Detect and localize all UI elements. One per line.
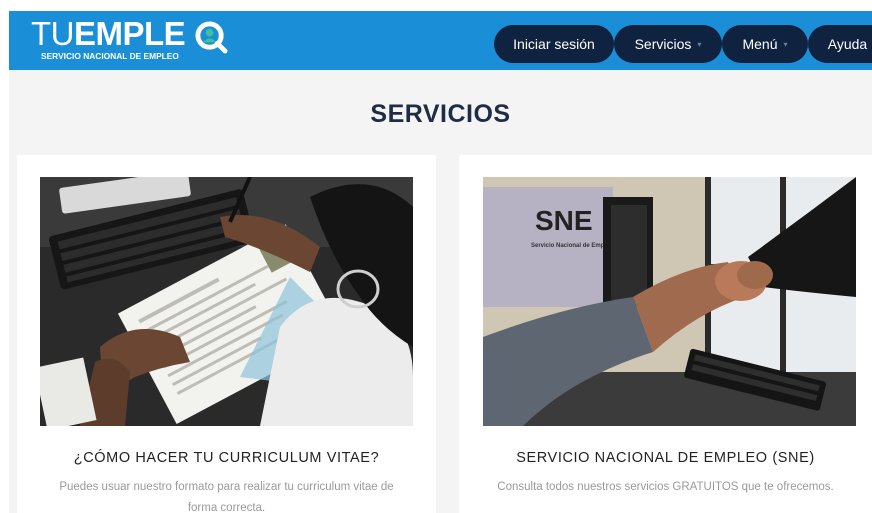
sne-photo-illustration: SNE Servicio Nacional de Empleo bbox=[483, 177, 856, 426]
ayuda-button[interactable]: Ayuda bbox=[808, 25, 872, 63]
sne-sign-text: SNE bbox=[535, 205, 593, 236]
menu-button-label: Menú bbox=[742, 36, 778, 52]
service-card-cv[interactable]: ¿CÓMO HACER TU CURRICULUM VITAE? Puedes … bbox=[17, 155, 436, 513]
ayuda-button-label: Ayuda bbox=[827, 36, 868, 52]
sne-sign-subtext: Servicio Nacional de Empleo bbox=[531, 243, 613, 249]
cv-photo[interactable] bbox=[40, 177, 413, 426]
menu-button[interactable]: Menú ▾ bbox=[722, 25, 808, 63]
chevron-down-icon: ▾ bbox=[697, 40, 702, 49]
logo-magnifier-icon bbox=[195, 21, 228, 54]
card-title-cv[interactable]: ¿CÓMO HACER TU CURRICULUM VITAE? bbox=[17, 450, 436, 466]
cv-photo-illustration bbox=[40, 177, 413, 426]
sne-photo[interactable]: SNE Servicio Nacional de Empleo bbox=[483, 177, 856, 426]
servicios-button-label: Servicios bbox=[634, 36, 692, 52]
site-header: TUEMPLE SERVICIO NACIONAL DE EMPLEO Inic… bbox=[9, 11, 872, 70]
card-description-cv: Puedes usuar nuestro formato para realiz… bbox=[59, 481, 394, 513]
login-button-label: Iniciar sesión bbox=[513, 36, 595, 52]
login-button[interactable]: Iniciar sesión bbox=[494, 25, 614, 63]
page-title: SERVICIOS bbox=[370, 100, 511, 128]
servicios-menu-button[interactable]: Servicios ▾ bbox=[614, 25, 722, 63]
card-title-sne[interactable]: SERVICIO NACIONAL DE EMPLEO (SNE) bbox=[459, 450, 872, 466]
tuempleo-logo[interactable]: TUEMPLE SERVICIO NACIONAL DE EMPLEO bbox=[31, 17, 231, 67]
card-description-sne: Consulta todos nuestros servicios GRATUI… bbox=[497, 481, 834, 493]
chevron-down-icon: ▾ bbox=[783, 40, 788, 49]
services-section: SERVICIOS ¿CÓMO HACER TU CURRICULUM VITA… bbox=[9, 70, 872, 513]
service-card-sne[interactable]: SNE Servicio Nacional de Empleo SERVICIO… bbox=[459, 155, 872, 513]
